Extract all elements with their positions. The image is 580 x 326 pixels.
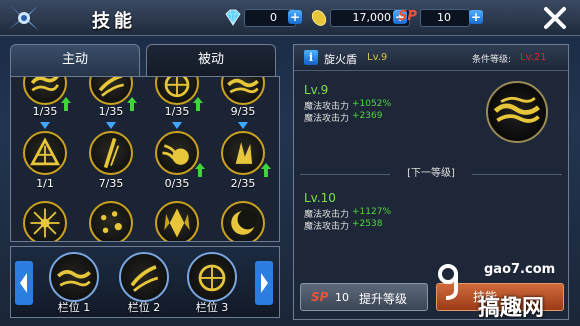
skill-slot-flame-burst[interactable] xyxy=(221,131,265,175)
selected-skill-portrait xyxy=(486,81,548,143)
fire-wave-skill-icon xyxy=(227,78,259,94)
site-logo-icon xyxy=(438,264,458,300)
stat-value: +1127% xyxy=(352,207,391,217)
add-gems-button[interactable]: + xyxy=(288,10,302,24)
skill-slot-sun-burst[interactable] xyxy=(23,201,67,241)
skill-slot-bar: 栏位 1 栏位 2 栏位 3 xyxy=(10,246,280,318)
skill-level: 1/35 xyxy=(98,105,124,118)
fire-swirl-skill-icon xyxy=(30,77,60,92)
flame-burst-skill-icon xyxy=(235,142,253,164)
stat-name: 魔法攻击力 xyxy=(304,114,350,124)
sp-cost-value: 10 xyxy=(335,291,349,304)
slot-label: 栏位 2 xyxy=(127,301,161,314)
skill-slot-fire-wave[interactable] xyxy=(221,77,265,105)
condition-level-value: Lv.21 xyxy=(520,52,547,63)
fireball-skill-icon xyxy=(162,144,189,165)
flame-wheel-skill-icon xyxy=(164,77,190,98)
add-sp-button[interactable]: + xyxy=(469,10,483,24)
selector-triangle-icon xyxy=(106,122,116,129)
skill-slot-crescent-moon[interactable] xyxy=(221,201,265,241)
upgrade-label: 提升等级 xyxy=(359,292,408,306)
equip-slot-2[interactable] xyxy=(119,252,169,302)
upgrade-arrow-icon xyxy=(195,163,205,177)
skill-level: 1/35 xyxy=(32,105,58,118)
fire-wave-skill-icon xyxy=(493,96,541,123)
coin-icon xyxy=(311,10,327,26)
stat-value: +2538 xyxy=(352,219,383,229)
crystal-shard-skill-icon xyxy=(164,208,190,238)
claw-slash-skill-icon xyxy=(130,265,159,292)
stat-value: +1052% xyxy=(352,99,391,109)
detail-header: i 旋火盾 Lv.9 条件等级: Lv.21 xyxy=(294,45,568,71)
watermark-name: 搞趣网 xyxy=(478,296,545,321)
skill-slot-blade-strike[interactable] xyxy=(89,131,133,175)
stat-name: 魔法攻击力 xyxy=(304,222,350,232)
top-bar: 技能 0 + 17,000 + SP 10 + xyxy=(0,0,580,36)
info-icon[interactable]: i xyxy=(304,50,318,65)
skill-level: 0/35 xyxy=(164,177,190,190)
sp-label: SP xyxy=(398,9,417,24)
skill-grid: 1/35 1/35 1/35 9/35 1/1 7/35 0/35 2/35 xyxy=(10,76,280,242)
left-arrow-icon[interactable] xyxy=(15,261,33,305)
skill-level: 9/35 xyxy=(230,105,256,118)
claw-slash-skill-icon xyxy=(98,77,124,97)
skill-level: 1/35 xyxy=(164,105,190,118)
page-title: 技能 xyxy=(92,11,136,32)
upgrade-level-button[interactable]: SP 10 提升等级 xyxy=(300,283,428,311)
skill-name: 旋火盾 xyxy=(324,53,357,66)
scatter-shot-skill-icon xyxy=(101,211,122,233)
blade-strike-skill-icon xyxy=(103,137,120,169)
stat-value: +2369 xyxy=(352,111,383,121)
tab-passive-skills[interactable]: 被动 xyxy=(146,44,276,76)
fire-wave-skill-icon xyxy=(57,270,91,287)
tent-sigil-skill-icon xyxy=(29,137,61,166)
sp-cost-tag: SP xyxy=(311,290,329,304)
condition-level-label: 条件等级: xyxy=(472,55,512,65)
next-level-divider: [下一等级] xyxy=(294,165,568,183)
tab-active-skills[interactable]: 主动 xyxy=(10,44,140,76)
skill-current-level: Lv.9 xyxy=(367,52,388,63)
upgrade-arrow-icon xyxy=(261,163,271,177)
watermark-url: gao7.com xyxy=(484,262,556,277)
crescent-moon-skill-icon xyxy=(231,209,258,235)
skill-level: 1/1 xyxy=(36,177,54,190)
skill-slot-crystal-shard[interactable] xyxy=(155,201,199,241)
skill-slot-tent-sigil[interactable] xyxy=(23,131,67,175)
sp-count: 10 xyxy=(420,9,470,27)
equip-slot-3[interactable] xyxy=(187,252,237,302)
skill-slot-fireball[interactable] xyxy=(155,131,199,175)
next-level-title: Lv.10 xyxy=(304,191,336,205)
selector-triangle-icon xyxy=(40,122,50,129)
sun-burst-skill-icon xyxy=(30,208,60,238)
skill-level: 2/35 xyxy=(230,177,256,190)
selector-triangle-icon xyxy=(172,122,182,129)
close-icon[interactable] xyxy=(542,6,568,30)
slot-label: 栏位 1 xyxy=(57,301,91,314)
slot-label: 栏位 3 xyxy=(195,301,229,314)
selector-triangle-icon xyxy=(238,122,248,129)
diamond-icon xyxy=(225,9,241,26)
current-level-title: Lv.9 xyxy=(304,83,329,97)
skill-slot-scatter-shot[interactable] xyxy=(89,201,133,241)
equip-slot-1[interactable] xyxy=(49,252,99,302)
flame-wheel-skill-icon xyxy=(198,264,226,292)
game-emblem-icon xyxy=(8,5,39,31)
right-arrow-icon[interactable] xyxy=(255,261,273,305)
skill-detail-panel: i 旋火盾 Lv.9 条件等级: Lv.21 Lv.9 魔法攻击力 +1052%… xyxy=(293,44,569,320)
skill-level: 7/35 xyxy=(98,177,124,190)
